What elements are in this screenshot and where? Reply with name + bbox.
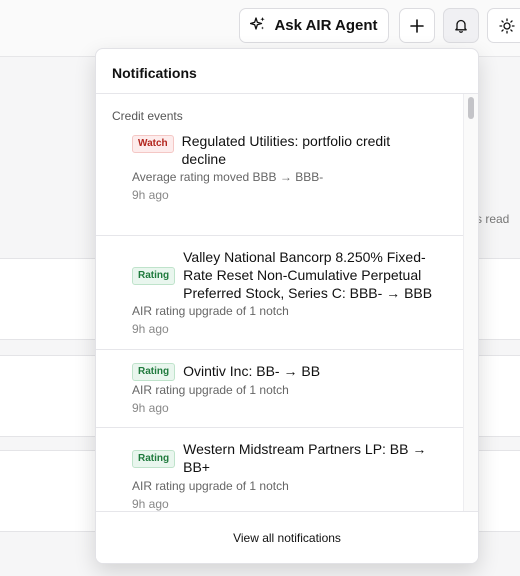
notification-time: 9h ago [132, 401, 169, 415]
sparkles-icon [250, 16, 266, 36]
notification-title: Valley National Bancorp 8.250% Fixed-Rat… [183, 249, 433, 301]
scrollbar[interactable] [463, 94, 478, 512]
notification-title: Regulated Utilities: portfolio credit de… [181, 133, 391, 167]
notification-time: 9h ago [132, 322, 169, 336]
rating-badge: Rating [132, 267, 176, 285]
notifications-list[interactable]: Credit events Watch Regulated Utilities:… [96, 94, 464, 512]
add-button[interactable] [399, 8, 435, 43]
notification-item[interactable]: Rating Western Midstream Partners LP: BB… [96, 428, 464, 512]
notification-description: AIR rating upgrade of 1 notch [132, 479, 289, 493]
notification-item[interactable]: Rating Ovintiv Inc: BB- → BB AIR rating … [96, 350, 464, 428]
notification-item[interactable]: Watch Regulated Utilities: portfolio cre… [96, 123, 464, 236]
sun-icon [499, 17, 515, 34]
view-all-notifications-link[interactable]: View all notifications [96, 511, 478, 563]
background-text: s read [476, 212, 510, 226]
plus-icon [410, 18, 424, 33]
rating-badge: Rating [132, 450, 176, 468]
bell-icon [455, 19, 467, 33]
notification-description: AIR rating upgrade of 1 notch [132, 383, 289, 397]
notifications-button[interactable] [443, 8, 479, 43]
notification-time: 9h ago [132, 497, 169, 511]
scrollbar-thumb[interactable] [468, 97, 474, 119]
notification-description: Average rating moved BBB → BBB- [132, 170, 324, 184]
section-label: Credit events [112, 109, 183, 123]
notification-title: Western Midstream Partners LP: BB → BB+ [183, 441, 427, 475]
watch-badge: Watch [132, 135, 174, 153]
ask-air-agent-button[interactable]: Ask AIR Agent [239, 8, 389, 43]
notifications-popover: Notifications Credit events Watch Regula… [95, 48, 479, 564]
notification-time: 9h ago [132, 188, 169, 202]
notification-item[interactable]: Rating Valley National Bancorp 8.250% Fi… [96, 236, 464, 350]
ask-air-agent-label: Ask AIR Agent [274, 17, 378, 34]
rating-badge: Rating [132, 363, 176, 381]
popover-title: Notifications [96, 49, 478, 94]
theme-toggle-button[interactable] [487, 8, 520, 43]
notification-description: AIR rating upgrade of 1 notch [132, 304, 289, 318]
notification-title: Ovintiv Inc: BB- → BB [183, 363, 321, 379]
